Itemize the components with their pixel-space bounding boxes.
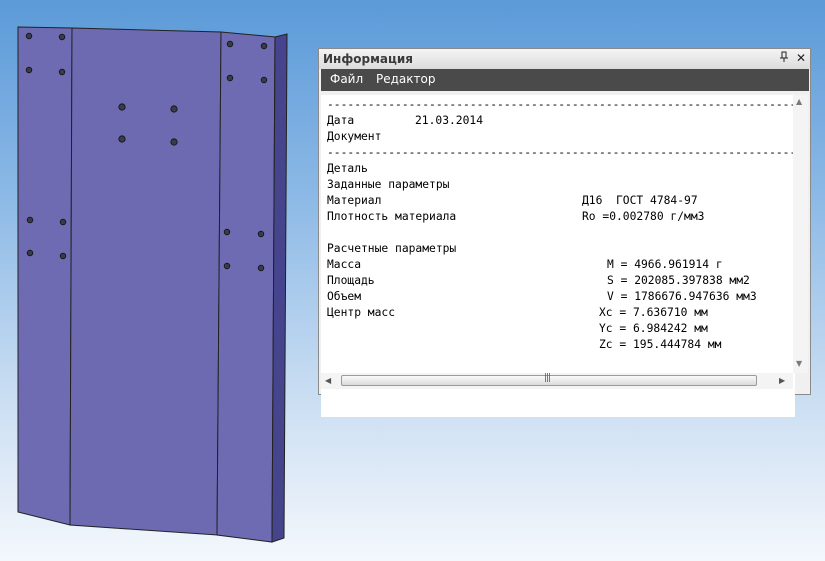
menu-edit[interactable]: Редактор	[376, 72, 435, 86]
center-of-mass-label: Центр масс	[327, 306, 396, 319]
density-value: Ro =0.002780 г/мм3	[582, 210, 705, 223]
volume-label: Объем	[327, 290, 362, 303]
scroll-up-icon[interactable]: ▲	[796, 97, 802, 106]
material-value: Д16 ГОСТ 4784-97	[582, 194, 698, 207]
center-plate-face	[69, 27, 222, 536]
material-label: Материал	[327, 194, 382, 207]
information-panel: Информация ✕ Файл Редактор -------------…	[318, 48, 811, 417]
report-text-area[interactable]: ----------------------------------------…	[321, 95, 795, 417]
xc-value: Xc = 7.636710 мм	[599, 306, 708, 319]
separator-line: ----------------------------------------…	[327, 146, 795, 159]
mass-value: M = 4966.961914 г	[607, 258, 723, 271]
document-label: Документ	[327, 130, 382, 143]
calc-params-label: Расчетные параметры	[327, 242, 457, 255]
date-label: Дата	[327, 114, 355, 127]
part-label: Деталь	[327, 162, 368, 175]
area-label: Площадь	[327, 274, 375, 287]
area-value: S = 202085.397838 мм2	[607, 274, 750, 287]
grip-icon: |||	[544, 373, 551, 383]
close-icon[interactable]: ✕	[794, 51, 808, 65]
date-value: 21.03.2014	[415, 114, 484, 127]
left-rail-face	[17, 26, 73, 526]
panel-menubar: Файл Редактор	[321, 69, 809, 91]
horizontal-scrollbar[interactable]: ◀ ||| ▶	[321, 373, 793, 389]
scroll-right-icon[interactable]: ▶	[779, 376, 785, 385]
zc-value: Zc = 195.444784 мм	[599, 338, 722, 351]
scroll-left-icon[interactable]: ◀	[325, 376, 331, 385]
yc-value: Yc = 6.984242 мм	[599, 322, 708, 335]
mass-label: Масса	[327, 258, 362, 271]
given-params-label: Заданные параметры	[327, 178, 450, 191]
vertical-scrollbar[interactable]: ▲ ▼	[793, 95, 808, 373]
horizontal-scroll-thumb[interactable]: |||	[341, 373, 757, 386]
right-rail-face	[216, 31, 276, 543]
pin-icon[interactable]	[777, 51, 791, 65]
separator-line: ----------------------------------------…	[327, 98, 795, 111]
scroll-down-icon[interactable]: ▼	[796, 359, 802, 368]
panel-titlebar[interactable]: Информация ✕	[319, 49, 810, 69]
panel-title: Информация	[323, 52, 413, 66]
right-side-face	[271, 33, 288, 543]
volume-value: V = 1786676.947636 мм3	[607, 290, 757, 303]
density-label: Плотность материала	[327, 210, 457, 223]
menu-file[interactable]: Файл	[330, 72, 363, 86]
